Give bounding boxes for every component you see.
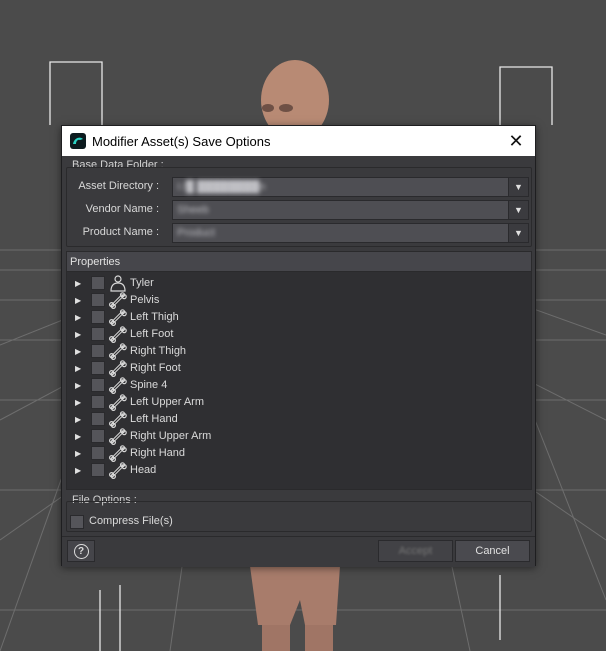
tree-row-label: Left Upper Arm — [130, 396, 204, 408]
tree-row-label: Spine 4 — [130, 379, 168, 391]
bone-icon — [108, 445, 127, 462]
dialog-titlebar[interactable]: Modifier Asset(s) Save Options ✕ — [62, 126, 535, 156]
bone-icon — [108, 377, 127, 394]
asset-directory-row: Asset Directory : I:/█ ████████n ▼ — [62, 177, 535, 197]
expand-arrow-icon[interactable]: ▶ — [75, 364, 81, 373]
tree-row-label: Right Foot — [130, 362, 181, 374]
daz-app-icon — [70, 133, 86, 149]
accept-button-label: Accept — [398, 545, 433, 557]
property-checkbox[interactable] — [91, 412, 105, 426]
vendor-name-row: Vendor Name : Sheeb ▼ — [62, 200, 535, 220]
expand-arrow-icon[interactable]: ▶ — [75, 415, 81, 424]
tree-row[interactable]: ▶ Head — [67, 462, 531, 479]
property-checkbox[interactable] — [91, 378, 105, 392]
product-name-row: Product Name : Product ▼ — [62, 223, 535, 243]
expand-arrow-icon[interactable]: ▶ — [75, 347, 81, 356]
figure-icon — [109, 275, 127, 292]
tree-row[interactable]: ▶ Left Upper Arm — [67, 394, 531, 411]
tree-row[interactable]: ▶ Right Thigh — [67, 343, 531, 360]
tree-row[interactable]: ▶ Left Hand — [67, 411, 531, 428]
vendor-name-label: Vendor Name : — [85, 203, 159, 215]
product-name-label: Product Name : — [82, 226, 159, 238]
tree-row-label: Right Hand — [130, 447, 186, 459]
property-checkbox[interactable] — [91, 361, 105, 375]
expand-arrow-icon[interactable]: ▶ — [75, 279, 81, 288]
bone-icon — [108, 309, 127, 326]
compress-files-label[interactable]: Compress File(s) — [89, 515, 173, 527]
product-name-combo[interactable]: Product ▼ — [172, 223, 529, 243]
properties-header-label: Properties — [70, 256, 121, 268]
question-icon: ? — [73, 543, 89, 559]
property-checkbox[interactable] — [91, 429, 105, 443]
product-name-value: Product — [177, 227, 215, 239]
save-options-dialog: Modifier Asset(s) Save Options ✕ Base Da… — [61, 125, 536, 567]
expand-arrow-icon[interactable]: ▶ — [75, 381, 81, 390]
bone-icon — [108, 462, 127, 479]
bone-icon — [108, 360, 127, 377]
expand-arrow-icon[interactable]: ▶ — [75, 398, 81, 407]
cancel-button-label: Cancel — [475, 545, 510, 557]
asset-directory-value: I:/█ ████████n — [177, 181, 266, 193]
property-checkbox[interactable] — [91, 446, 105, 460]
tree-row[interactable]: ▶ Tyler — [67, 275, 531, 292]
property-checkbox[interactable] — [91, 293, 105, 307]
asset-directory-combo[interactable]: I:/█ ████████n ▼ — [172, 177, 529, 197]
tree-row[interactable]: ▶ Right Upper Arm — [67, 428, 531, 445]
tree-row-label: Right Thigh — [130, 345, 187, 357]
expand-arrow-icon[interactable]: ▶ — [75, 330, 81, 339]
property-checkbox[interactable] — [91, 327, 105, 341]
vendor-name-combo[interactable]: Sheeb ▼ — [172, 200, 529, 220]
bone-icon — [108, 411, 127, 428]
accept-button[interactable]: Accept — [378, 540, 453, 562]
dialog-button-bar: ? Accept Cancel — [62, 536, 535, 567]
property-checkbox[interactable] — [91, 463, 105, 477]
tree-row-label: Right Upper Arm — [130, 430, 212, 442]
tree-row[interactable]: ▶ Left Foot — [67, 326, 531, 343]
chevron-down-icon[interactable]: ▼ — [508, 201, 528, 219]
tree-row-label: Left Hand — [130, 413, 178, 425]
properties-header[interactable]: Properties — [66, 251, 532, 272]
expand-arrow-icon[interactable]: ▶ — [75, 449, 81, 458]
tree-row-label: Pelvis — [130, 294, 160, 306]
compress-files-checkbox[interactable] — [70, 515, 84, 529]
tree-row[interactable]: ▶ Left Thigh — [67, 309, 531, 326]
expand-arrow-icon[interactable]: ▶ — [75, 432, 81, 441]
expand-arrow-icon[interactable]: ▶ — [75, 466, 81, 475]
tree-row[interactable]: ▶ Spine 4 — [67, 377, 531, 394]
cancel-button[interactable]: Cancel — [455, 540, 530, 562]
expand-arrow-icon[interactable]: ▶ — [75, 296, 81, 305]
chevron-down-icon[interactable]: ▼ — [508, 224, 528, 242]
chevron-down-icon[interactable]: ▼ — [508, 178, 528, 196]
tree-row-label: Left Thigh — [130, 311, 179, 323]
property-checkbox[interactable] — [91, 310, 105, 324]
bone-icon — [108, 343, 127, 360]
tree-row[interactable]: ▶ Pelvis — [67, 292, 531, 309]
asset-directory-label: Asset Directory : — [78, 180, 159, 192]
tree-row-label: Tyler — [130, 277, 154, 289]
expand-arrow-icon[interactable]: ▶ — [75, 313, 81, 322]
help-button[interactable]: ? — [67, 540, 95, 562]
tree-row[interactable]: ▶ Right Foot — [67, 360, 531, 377]
property-checkbox[interactable] — [91, 344, 105, 358]
properties-tree[interactable]: ▶ Tyler ▶ Pelvis ▶ Left Thigh ▶ Left Foot ▶ Right… — [66, 272, 532, 490]
vendor-name-value: Sheeb — [177, 204, 209, 216]
tree-row-label: Head — [130, 464, 157, 476]
property-checkbox[interactable] — [91, 395, 105, 409]
bone-icon — [108, 394, 127, 411]
dialog-title: Modifier Asset(s) Save Options — [92, 133, 271, 149]
bone-icon — [108, 292, 127, 309]
tree-row-label: Left Foot — [130, 328, 174, 340]
bone-icon — [108, 428, 127, 445]
tree-row[interactable]: ▶ Right Hand — [67, 445, 531, 462]
close-icon[interactable]: ✕ — [503, 128, 529, 154]
property-checkbox[interactable] — [91, 276, 105, 290]
bone-icon — [108, 326, 127, 343]
